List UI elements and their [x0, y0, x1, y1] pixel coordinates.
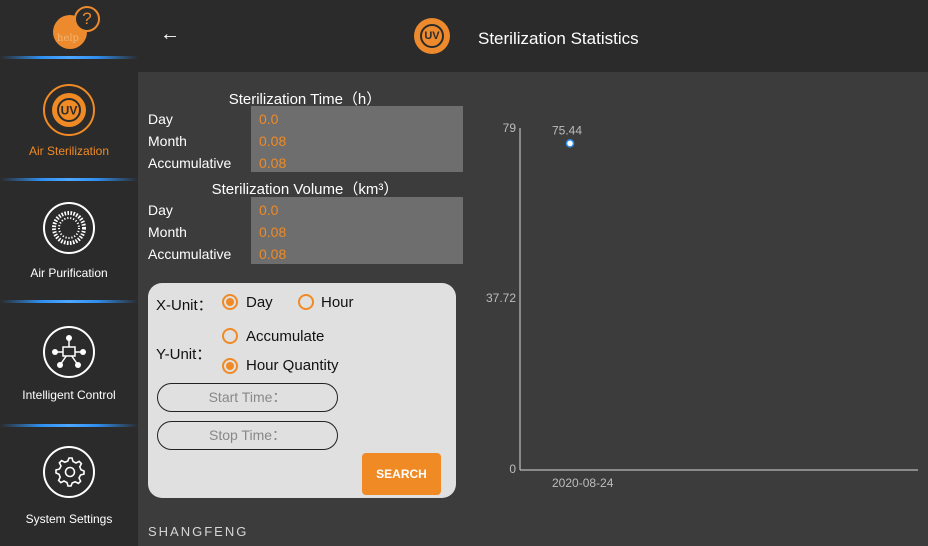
separator — [0, 178, 138, 181]
separator — [0, 300, 138, 303]
stat-label: Accumulative — [148, 155, 232, 171]
stat-label: Accumulative — [148, 246, 232, 262]
y-tick-label: 0 — [509, 462, 516, 476]
help-label: help — [57, 33, 79, 44]
search-button[interactable]: SEARCH — [362, 453, 441, 495]
sidebar-item-intelligent-control[interactable]: Intelligent Control — [0, 304, 138, 424]
y-unit-label: Y-Unit： — [156, 346, 212, 363]
start-time-input[interactable]: Start Time： — [157, 383, 338, 412]
svg-text:UV: UV — [61, 104, 78, 118]
sidebar-item-label: System Settings — [25, 512, 113, 526]
sidebar: ? help UV Air Sterilization Air Purifica… — [0, 0, 138, 546]
sidebar-item-air-purification[interactable]: Air Purification — [0, 182, 138, 302]
brand-logo: SHANGFENG — [148, 524, 249, 539]
uv-badge-text: UV — [420, 24, 444, 48]
data-label: 75.44 — [552, 123, 582, 137]
stop-time-input[interactable]: Stop Time： — [157, 421, 338, 450]
radio-icon[interactable] — [222, 294, 238, 310]
separator — [0, 56, 138, 59]
x-unit-label: X-Unit： — [156, 297, 213, 314]
radio-icon[interactable] — [222, 328, 238, 344]
filter-panel: X-Unit： Day Hour Y-Unit： Accumulate Hour… — [148, 283, 456, 498]
sterilization-volume-title: Sterilization Volume（km³） — [211, 181, 399, 198]
stat-value: 0.0 — [259, 202, 279, 218]
sidebar-item-system-settings[interactable]: System Settings — [0, 426, 138, 546]
stat-label: Day — [148, 111, 173, 127]
header: ← UV Sterilization Statistics — [138, 0, 928, 72]
sidebar-item-label: Intelligent Control — [22, 388, 116, 402]
purification-icon — [43, 202, 95, 254]
stat-value: 0.08 — [259, 155, 287, 171]
y-tick-label: 79 — [502, 121, 516, 135]
arrow-left-icon[interactable]: ← — [160, 24, 180, 44]
radio-label: Day — [246, 294, 273, 311]
data-point — [565, 139, 575, 148]
radio-label: Hour Quantity — [246, 357, 339, 374]
radio-label: Hour — [321, 294, 354, 311]
help-button[interactable]: ? help — [0, 0, 138, 62]
uv-icon: UV — [414, 18, 450, 54]
stat-label: Day — [148, 202, 173, 218]
stat-value: 0.0 — [259, 111, 279, 127]
y-tick-label: 37.72 — [485, 291, 516, 305]
question-mark-icon: ? — [74, 6, 100, 32]
uv-icon: UV — [43, 84, 95, 136]
sidebar-item-label: Air Purification — [30, 266, 108, 280]
sidebar-item-air-sterilization[interactable]: UV Air Sterilization — [0, 62, 138, 182]
radio-label: Accumulate — [246, 328, 325, 345]
stat-label: Month — [148, 224, 187, 240]
stat-value: 0.08 — [259, 246, 287, 262]
chart-plot: 75.44 2020-08-24 — [519, 123, 918, 490]
stat-value: 0.08 — [259, 133, 287, 149]
sidebar-item-label: Air Sterilization — [28, 144, 110, 158]
app-root: ? help UV Air Sterilization Air Purifica… — [0, 0, 928, 546]
radio-icon[interactable] — [298, 294, 314, 310]
x-tick-label: 2020-08-24 — [552, 476, 614, 490]
page-title: Sterilization Statistics — [478, 29, 639, 48]
radio-icon[interactable] — [222, 358, 238, 374]
gear-icon — [43, 446, 95, 498]
network-icon — [43, 326, 95, 378]
stat-value: 0.08 — [259, 224, 287, 240]
stat-label: Month — [148, 133, 187, 149]
